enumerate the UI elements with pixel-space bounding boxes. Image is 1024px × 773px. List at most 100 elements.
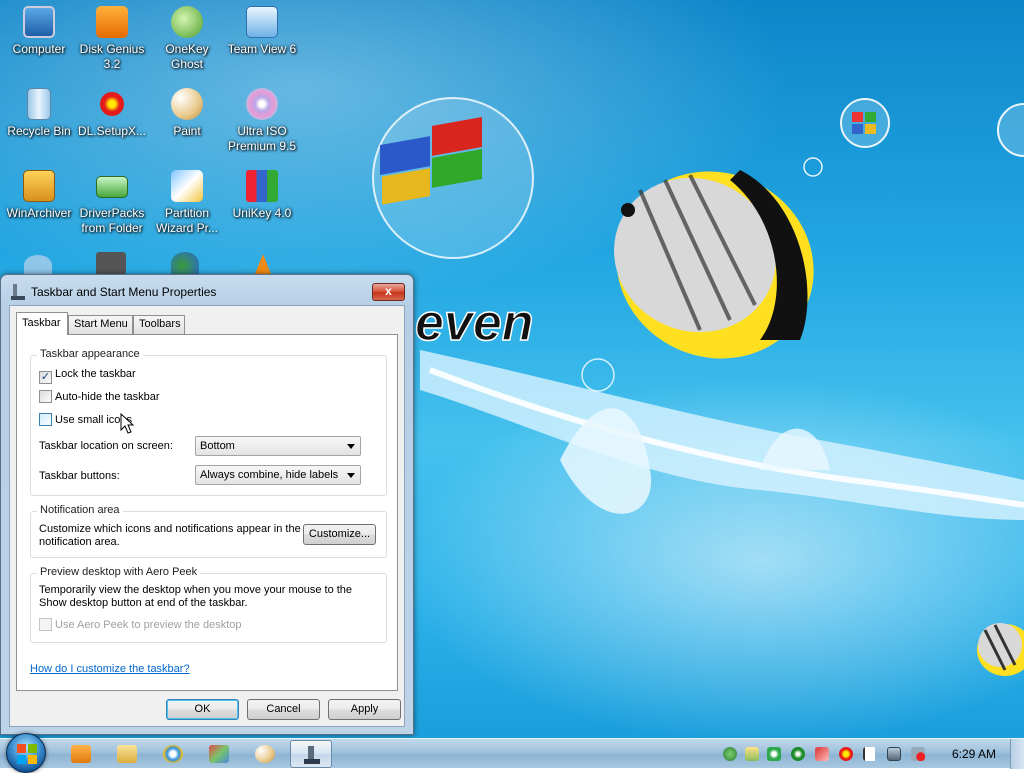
title-bar[interactable]: Taskbar and Start Menu Properties x (1, 275, 413, 307)
aero-peek-group: Preview desktop with Aero Peek Temporari… (30, 566, 387, 643)
desktop-icon-computer[interactable]: Computer (0, 6, 78, 57)
aero-peek-checkbox (39, 618, 52, 631)
desktop-icon-label: Computer (12, 42, 66, 56)
mouse-cursor-icon (120, 413, 134, 434)
teamviewer-icon (246, 6, 278, 38)
taskbar-buttons-value: Always combine, hide labels (200, 469, 339, 481)
media-player-icon (71, 745, 91, 763)
dl-setup-icon (100, 92, 124, 116)
windows-logo-icon (17, 744, 37, 764)
show-desktop-button[interactable] (1010, 739, 1024, 769)
cancel-button[interactable]: Cancel (247, 699, 320, 720)
tab-taskbar[interactable]: Taskbar (16, 312, 68, 335)
taskbar-buttons-select[interactable]: Always combine, hide labels (195, 465, 361, 485)
customize-button[interactable]: Customize... (303, 524, 376, 545)
dialog-title: Taskbar and Start Menu Properties (31, 285, 217, 299)
taskbar-tab-panel: Taskbar appearance ✓ Lock the taskbar Aut… (16, 334, 398, 691)
lock-taskbar-checkbox[interactable]: ✓ (39, 371, 52, 384)
desktop-icon-team-view[interactable]: Team View 6 (223, 6, 301, 57)
notification-desc-line: Customize which icons and notifications … (39, 523, 301, 535)
clock[interactable]: 6:29 AM (952, 747, 996, 761)
vlc-icon (255, 254, 271, 274)
group-title: Taskbar appearance (37, 348, 143, 360)
desktop-icon-driverpacks[interactable]: DriverPacks from Folder (73, 170, 151, 236)
safely-remove-icon[interactable] (767, 747, 781, 761)
taskbar-location-value: Bottom (200, 440, 235, 452)
desktop-icon-label: Paint (173, 124, 201, 138)
notification-area-group: Notification area Customize which icons … (30, 504, 387, 558)
desktop-icon-unikey[interactable]: UniKey 4.0 (223, 170, 301, 221)
driverpacks-icon (96, 176, 128, 198)
tray-app-icon[interactable] (745, 747, 759, 761)
desktop-icon-label: OneKey Ghost (165, 42, 209, 71)
action-center-flag-icon[interactable] (863, 747, 877, 761)
taskbar-properties-dialog: Taskbar and Start Menu Properties x Task… (0, 274, 414, 735)
notification-desc-line: notification area. (39, 536, 120, 548)
desktop-icon-partition-wizard[interactable]: Partition Wizard Pr... (148, 170, 226, 236)
desktop-icon-ultra-iso[interactable]: Ultra ISO Premium 9.5 (223, 88, 301, 154)
aero-peek-checkbox-row: Use Aero Peek to preview the desktop (39, 618, 242, 634)
taskbar-properties-icon (11, 284, 25, 300)
small-icons-checkbox-row[interactable]: Use small icons (39, 413, 132, 429)
recycle-bin-icon (27, 88, 51, 120)
paint-icon (255, 745, 275, 763)
group-title: Notification area (37, 504, 123, 516)
desktop-icon-paint[interactable]: Paint (148, 88, 226, 139)
desktop-icon-label: Ultra ISO Premium 9.5 (227, 124, 297, 153)
desktop-icon-label: Partition Wizard Pr... (155, 206, 218, 235)
desktop-icon-label: WinArchiver (6, 206, 72, 220)
close-icon: x (385, 284, 392, 298)
desktop-icon-label: DL.SetupX... (77, 124, 147, 138)
apply-button[interactable]: Apply (328, 699, 401, 720)
help-link[interactable]: How do I customize the taskbar? (30, 663, 190, 675)
location-label: Taskbar location on screen: (39, 440, 173, 452)
taskbar-location-select[interactable]: Bottom (195, 436, 361, 456)
tab-label: Taskbar (22, 317, 61, 329)
network-icon[interactable] (887, 747, 901, 761)
partition-wizard-icon (171, 170, 203, 202)
lock-taskbar-checkbox-row[interactable]: ✓ Lock the taskbar (39, 367, 136, 384)
unikey-tray-icon[interactable] (839, 747, 853, 761)
aero-peek-desc-line: Show desktop button at end of the taskba… (39, 597, 248, 609)
autohide-checkbox[interactable] (39, 390, 52, 403)
fish-illustration (614, 170, 814, 359)
desktop-icon-recycle-bin[interactable]: Recycle Bin (0, 88, 78, 139)
winarchiver-icon (23, 170, 55, 202)
autohide-checkbox-row[interactable]: Auto-hide the taskbar (39, 390, 160, 406)
ok-button[interactable]: OK (166, 699, 239, 720)
desktop-icon-disk-genius[interactable]: Disk Genius 3.2 (73, 6, 151, 72)
ultra-iso-icon (246, 88, 278, 120)
aero-peek-desc-line: Temporarily view the desktop when you mo… (39, 584, 353, 596)
disk-genius-icon (96, 6, 128, 38)
tray-tool-icon[interactable] (815, 747, 829, 761)
computer-icon (23, 6, 55, 38)
tab-toolbars[interactable]: Toolbars (133, 315, 185, 334)
tab-label: Start Menu (74, 318, 128, 330)
desktop-icon-winarchiver[interactable]: WinArchiver (0, 170, 78, 221)
explorer-folder-icon (117, 745, 137, 763)
aero-peek-description: Temporarily view the desktop when you mo… (39, 584, 352, 610)
onekey-ghost-icon (171, 6, 203, 38)
volume-muted-icon[interactable] (911, 747, 925, 761)
close-button[interactable]: x (372, 283, 405, 301)
taskbar-media-player[interactable] (60, 740, 102, 768)
taskbar-internet-explorer[interactable] (152, 740, 194, 768)
taskbar: 6:29 AM (0, 733, 1024, 773)
tab-start-menu[interactable]: Start Menu (68, 315, 133, 334)
network-globe-icon[interactable] (723, 747, 737, 761)
properties-window-icon (304, 746, 320, 764)
taskbar-tool[interactable] (198, 740, 240, 768)
start-button[interactable] (6, 733, 46, 773)
play-icon[interactable] (791, 747, 805, 761)
taskbar-paint[interactable] (244, 740, 286, 768)
desktop-icon-onekey-ghost[interactable]: OneKey Ghost (148, 6, 226, 72)
tab-label: Toolbars (139, 318, 181, 330)
buttons-label: Taskbar buttons: (39, 470, 120, 482)
desktop-icon-dl-setupx[interactable]: DL.SetupX... (73, 88, 151, 139)
taskbar-explorer[interactable] (106, 740, 148, 768)
group-title: Preview desktop with Aero Peek (37, 566, 201, 578)
small-icons-checkbox[interactable] (39, 413, 52, 426)
partial-desktop-icon (24, 255, 52, 275)
taskbar-properties-window[interactable] (290, 740, 332, 768)
chevron-down-icon (347, 444, 355, 449)
